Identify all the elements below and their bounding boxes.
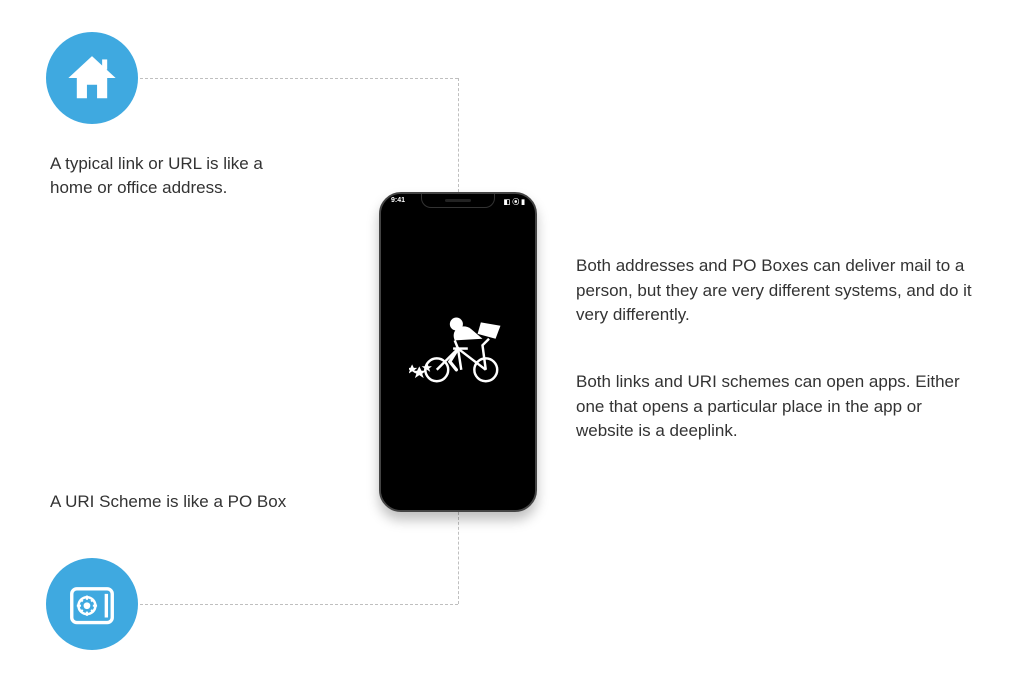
safe-icon-circle bbox=[46, 558, 138, 650]
phone-device: 9:41 ◧ ⦿ ▮ bbox=[379, 192, 537, 512]
phone-time: 9:41 bbox=[391, 197, 405, 207]
phone-screen bbox=[381, 194, 535, 510]
url-caption: A typical link or URL is like a home or … bbox=[50, 152, 310, 200]
connector-bottom-horizontal bbox=[140, 604, 458, 605]
connector-bottom-vertical bbox=[458, 512, 459, 604]
connector-top-horizontal bbox=[140, 78, 458, 79]
explanation-block-2: Both links and URI schemes can open apps… bbox=[576, 370, 976, 444]
connector-top-vertical bbox=[458, 78, 459, 192]
home-icon-circle bbox=[46, 32, 138, 124]
uri-caption: A URI Scheme is like a PO Box bbox=[50, 490, 286, 514]
safe-icon bbox=[65, 577, 119, 631]
home-icon bbox=[65, 51, 119, 105]
explanation-block-1: Both addresses and PO Boxes can deliver … bbox=[576, 254, 976, 328]
phone-status-icons: ◧ ⦿ ▮ bbox=[504, 197, 525, 207]
phone-notch bbox=[421, 194, 495, 208]
delivery-rider-icon bbox=[409, 311, 507, 393]
